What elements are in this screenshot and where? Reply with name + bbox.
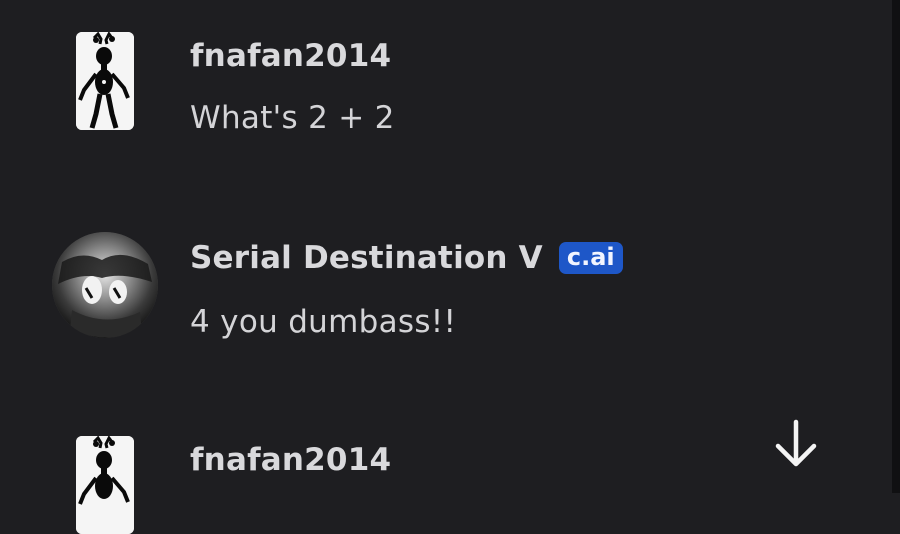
animatronic-avatar-icon [76, 32, 134, 130]
author-name[interactable]: fnafan2014 [190, 442, 391, 478]
chat-panel: fnafan2014 What's 2 + 2 Serial Destinati… [0, 0, 892, 534]
user-avatar[interactable] [76, 32, 134, 130]
message-header: Serial Destination V c.ai [190, 240, 623, 276]
scroll-to-bottom-button[interactable] [766, 416, 826, 472]
arrow-down-icon [775, 419, 817, 467]
character-avatar[interactable] [52, 232, 158, 338]
author-name[interactable]: fnafan2014 [190, 38, 391, 74]
message-text: 4 you dumbass!! [190, 304, 457, 340]
author-name[interactable]: Serial Destination V [190, 240, 543, 276]
character-avatar-icon [52, 232, 158, 338]
cai-badge: c.ai [558, 242, 623, 274]
message-header: fnafan2014 [190, 442, 391, 478]
user-avatar[interactable] [76, 436, 134, 534]
window-edge [892, 0, 900, 493]
message-header: fnafan2014 [190, 38, 391, 74]
animatronic-avatar-icon [76, 436, 134, 534]
message-text: What's 2 + 2 [190, 100, 395, 136]
